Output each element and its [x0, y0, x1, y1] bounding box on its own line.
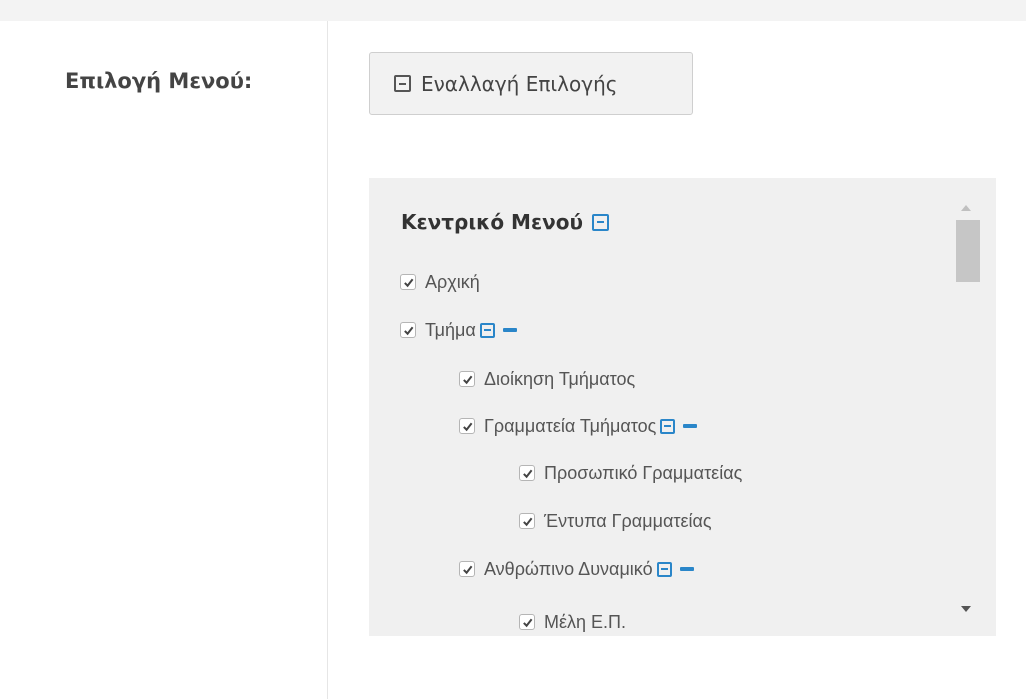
collapse-node-icon[interactable]	[660, 418, 676, 434]
tree-item-tmima: Τμήμα	[400, 318, 517, 342]
tree-item-checkbox[interactable]	[459, 371, 475, 387]
tree-item-prosopiko: Προσωπικό Γραμματείας	[519, 461, 742, 485]
tree-item-anthropino: Ανθρώπινο Δυναμικό	[459, 557, 694, 581]
tree-item-entypa: Έντυπα Γραμματείας	[519, 509, 712, 533]
tree-item-label: Ανθρώπινο Δυναμικό	[484, 558, 653, 579]
tree-item-label: Γραμματεία Τμήματος	[484, 415, 657, 436]
tree-item-archiki: Αρχική	[400, 270, 480, 294]
top-bar	[0, 0, 1026, 21]
check-icon	[462, 422, 472, 431]
scroll-down-icon[interactable]	[961, 606, 971, 612]
tree-item-checkbox[interactable]	[459, 418, 475, 434]
vertical-scrollbar[interactable]	[953, 194, 980, 624]
column-divider	[327, 21, 328, 699]
square-minus-icon	[394, 75, 411, 92]
check-icon	[462, 375, 472, 384]
scrollbar-thumb[interactable]	[956, 220, 980, 282]
deselect-branch-icon[interactable]	[679, 567, 694, 571]
tree-item-checkbox[interactable]	[400, 274, 416, 290]
tree-item-label: Προσωπικό Γραμματείας	[544, 462, 743, 483]
collapse-node-icon[interactable]	[656, 561, 672, 577]
scroll-up-icon[interactable]	[961, 205, 971, 211]
tree-item-dioikisi: Διοίκηση Τμήματος	[459, 367, 635, 391]
tree-item-grammateia: Γραμματεία Τμήματος	[459, 414, 698, 438]
tree-item-label: Μέλη Ε.Π.	[544, 611, 627, 632]
deselect-branch-icon[interactable]	[683, 424, 698, 428]
menu-selection-label: Επιλογή Μενού:	[65, 69, 253, 93]
collapse-tree-icon[interactable]	[591, 213, 609, 231]
toggle-selection-button-label: Εναλλαγή Επιλογής	[421, 71, 618, 96]
tree-item-label: Αρχική	[425, 271, 480, 292]
check-icon	[403, 326, 413, 335]
check-icon	[522, 618, 532, 627]
tree-item-checkbox[interactable]	[519, 465, 535, 481]
check-icon	[403, 278, 413, 287]
toggle-selection-button[interactable]: Εναλλαγή Επιλογής	[369, 52, 693, 115]
menu-tree-panel[interactable]: Κεντρικό Μενού Αρχική Τμήμα Διοίκηση Τμή…	[369, 178, 996, 636]
tree-item-checkbox[interactable]	[519, 513, 535, 529]
deselect-branch-icon[interactable]	[502, 328, 517, 332]
tree-item-checkbox[interactable]	[519, 614, 535, 630]
tree-header: Κεντρικό Μενού	[401, 210, 609, 234]
tree-title: Κεντρικό Μενού	[401, 210, 583, 234]
check-icon	[522, 517, 532, 526]
tree-item-label: Διοίκηση Τμήματος	[484, 368, 636, 389]
check-icon	[522, 469, 532, 478]
check-icon	[462, 565, 472, 574]
tree-item-label: Έντυπα Γραμματείας	[544, 510, 712, 531]
tree-item-meli: Μέλη Ε.Π.	[519, 610, 626, 634]
tree-item-checkbox[interactable]	[459, 561, 475, 577]
collapse-node-icon[interactable]	[479, 322, 495, 338]
tree-item-checkbox[interactable]	[400, 322, 416, 338]
tree-item-label: Τμήμα	[425, 319, 476, 340]
